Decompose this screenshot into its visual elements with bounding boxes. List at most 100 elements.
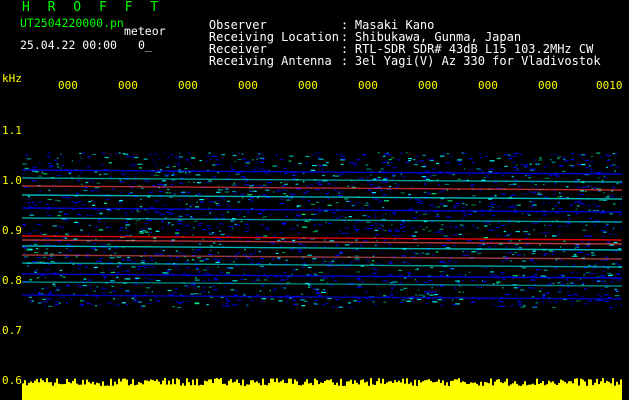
spectrogram-cell — [125, 290, 130, 292]
power-bar-column — [286, 383, 288, 400]
spectrogram-cell — [335, 244, 339, 246]
power-bar-column — [214, 378, 216, 400]
spectrogram-cell — [68, 171, 73, 173]
spectrogram-cell — [185, 232, 188, 234]
power-bar-column — [200, 384, 202, 400]
spectrogram-cell — [22, 173, 25, 175]
spectrogram-cell — [221, 305, 225, 307]
spectrogram-cell — [604, 294, 609, 296]
spectrogram-cell — [611, 195, 615, 197]
spectrogram-cell — [602, 182, 604, 184]
spectrogram-cell — [589, 236, 592, 238]
spectrogram-cell — [143, 158, 148, 160]
spectrogram-cell — [218, 200, 220, 202]
spectrogram-cell — [139, 232, 144, 234]
power-bar-column — [460, 382, 462, 400]
spectrogram-cell — [562, 251, 566, 253]
spectrogram-cell — [571, 303, 573, 305]
spectrogram-cell — [260, 168, 265, 170]
spectrogram-cell — [199, 243, 201, 245]
spectrogram-cell — [509, 260, 512, 262]
power-bar-column — [600, 381, 602, 400]
power-bar-column — [26, 385, 28, 400]
spectrogram-cell — [404, 298, 407, 300]
spectrogram-cell — [505, 247, 508, 249]
spectrogram-cell — [78, 286, 84, 288]
power-bar-column — [194, 385, 196, 400]
spectrogram-cell — [439, 203, 444, 205]
spectrogram-cell — [119, 181, 124, 183]
brand-title: H R O F F T — [22, 0, 164, 15]
spectrogram-cell — [159, 253, 164, 256]
spectrogram-cell — [405, 161, 410, 163]
spectrogram-cell — [519, 204, 521, 206]
spectrogram-cell — [136, 209, 138, 211]
spectrogram-cell — [604, 259, 609, 261]
spectrogram-cell — [312, 231, 316, 233]
spectrogram-cell — [259, 290, 262, 292]
spectrogram-cell — [103, 243, 106, 245]
spectrogram-cell — [65, 302, 68, 304]
spectrogram-cell — [514, 251, 517, 254]
power-bar-column — [384, 384, 386, 400]
spectrogram-cell — [182, 301, 185, 303]
spectrogram-cell — [340, 191, 343, 193]
spectrogram-cell — [603, 283, 608, 285]
spectrogram-cell — [263, 184, 267, 186]
spectrogram-cell — [300, 298, 303, 300]
power-bar-column — [280, 381, 282, 400]
power-bar-column — [338, 385, 340, 400]
spectrogram-cell — [484, 176, 486, 179]
spectrogram-cell — [269, 290, 271, 292]
spectrogram-cell — [43, 256, 47, 258]
spectrogram-cell — [554, 183, 557, 185]
spectrogram-cell — [401, 299, 406, 301]
spectrogram-cell — [463, 178, 465, 180]
spectrogram-cell — [224, 286, 226, 288]
spectrogram-cell — [220, 296, 224, 299]
spectrogram-cell — [442, 262, 446, 264]
spectrogram-cell — [36, 224, 42, 226]
spectrogram-cell — [470, 301, 475, 303]
spectrogram-cell — [493, 275, 499, 277]
spectrogram-cell — [29, 278, 32, 280]
spectrogram-cell — [199, 223, 203, 225]
spectrogram-cell — [376, 262, 379, 264]
spectrogram-cell — [130, 210, 134, 213]
spectrogram-cell — [571, 301, 576, 303]
spectrogram-cell — [239, 278, 245, 280]
spectrogram-cell — [453, 205, 457, 207]
spectrogram-cell — [573, 254, 577, 256]
spectrogram-cell — [131, 266, 136, 268]
spectrogram-cell — [403, 231, 406, 233]
spectrogram-cell — [525, 175, 527, 177]
spectrogram-cell — [350, 261, 353, 263]
spectrogram-cell — [599, 259, 604, 261]
spectrogram-cell — [356, 230, 359, 232]
spectrogram-cell — [98, 221, 101, 223]
spectrogram-cell — [339, 251, 344, 253]
spectrogram-cell — [609, 306, 613, 309]
power-bar-column — [470, 382, 472, 400]
spectrogram-cell — [279, 202, 284, 205]
spectrogram-cell — [610, 250, 614, 252]
spectrogram-cell — [508, 158, 513, 160]
spectrogram-cell — [34, 270, 37, 272]
spectrogram-cell — [436, 206, 441, 208]
spectrogram-cell — [455, 303, 460, 305]
spectrogram-cell — [537, 193, 542, 195]
spectrogram-cell — [483, 237, 489, 239]
spectrogram-cell — [464, 274, 466, 276]
spectrogram-cell — [63, 297, 66, 299]
spectrogram-cell — [77, 175, 80, 177]
spectrogram-cell — [262, 216, 265, 218]
power-bar-column — [300, 385, 302, 400]
spectrogram-cell — [592, 279, 595, 281]
power-bar-column — [112, 385, 114, 400]
power-bar-column — [182, 383, 184, 400]
spectrogram-cell — [462, 202, 465, 205]
spectrogram-cell — [412, 251, 416, 254]
power-bar-column — [616, 381, 618, 400]
power-bar-column — [584, 381, 586, 400]
spectrogram-cell — [387, 162, 390, 164]
